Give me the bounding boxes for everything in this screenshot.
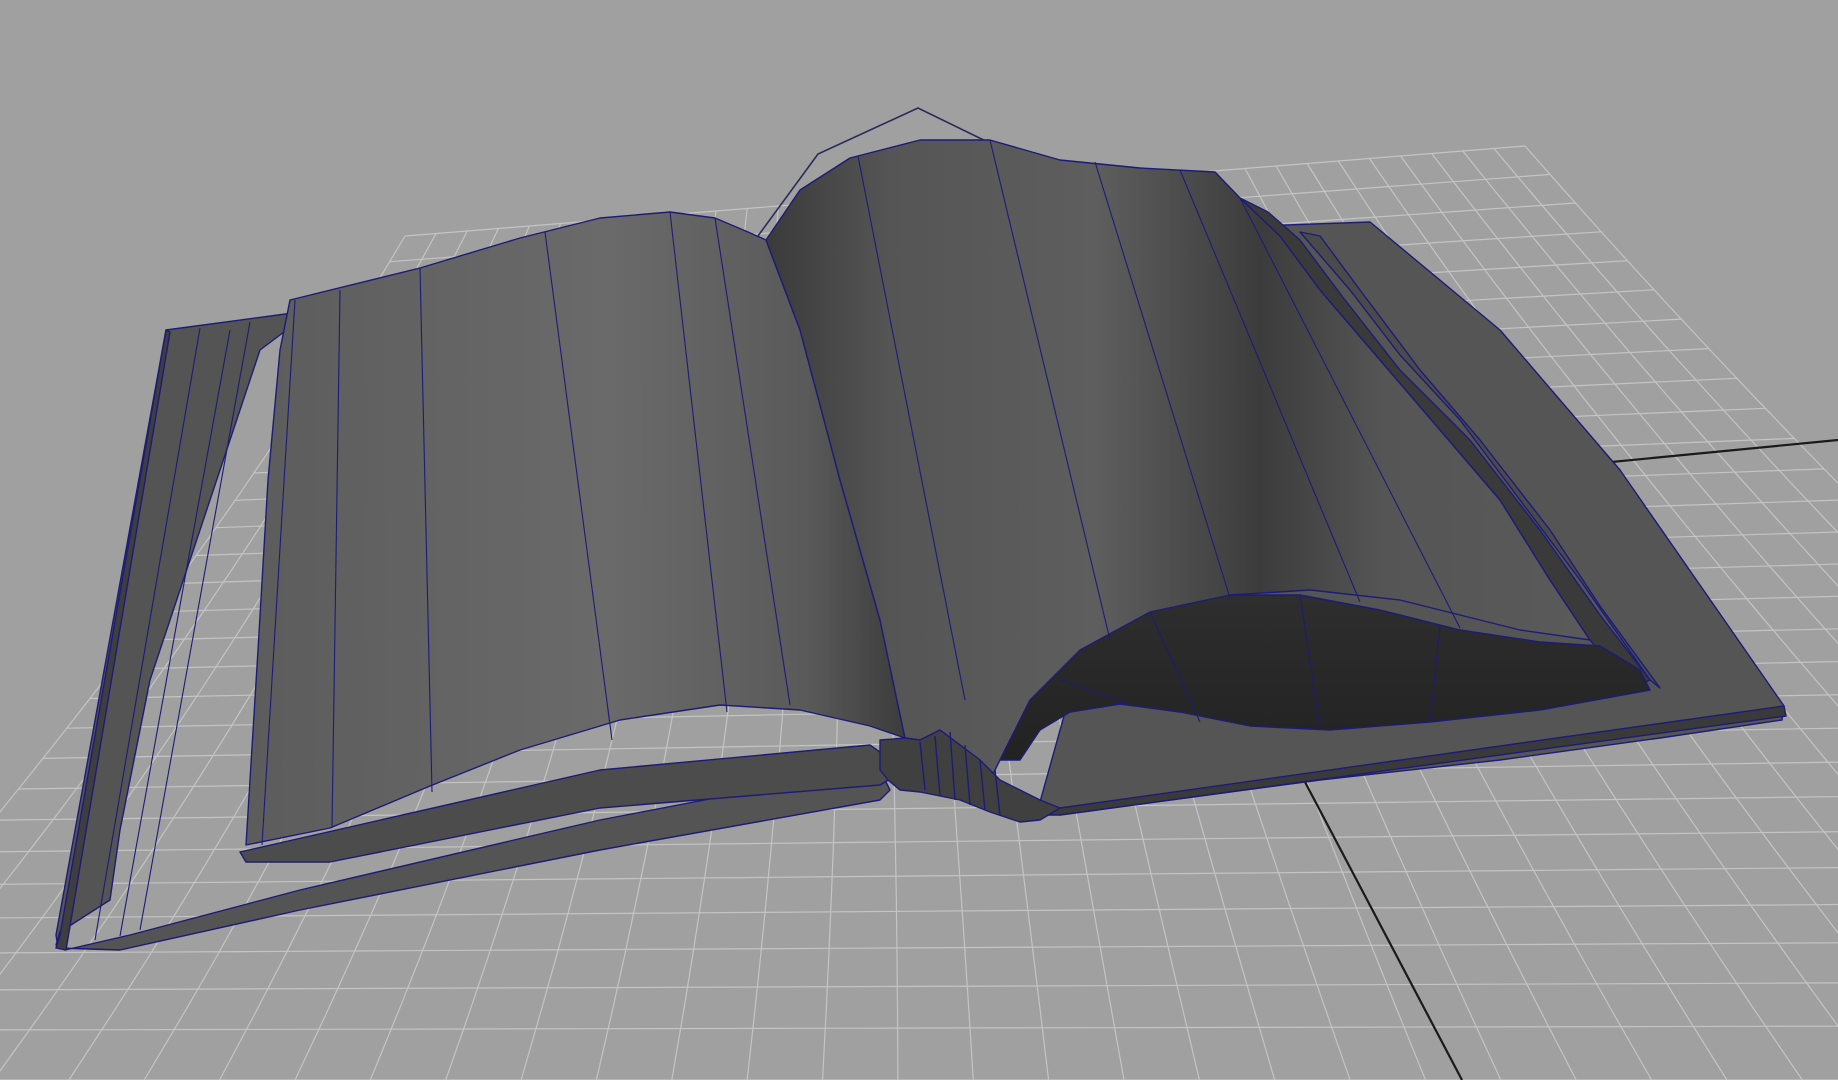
grid-line: [0, 1025, 1838, 1031]
grid-line: [0, 982, 1838, 991]
grid-line: [0, 942, 1838, 954]
viewport-canvas[interactable]: [0, 0, 1838, 1080]
grid-line: [0, 867, 1838, 885]
open-book-model[interactable]: [55, 139, 1787, 951]
maya-3d-viewport[interactable]: [0, 0, 1838, 1080]
